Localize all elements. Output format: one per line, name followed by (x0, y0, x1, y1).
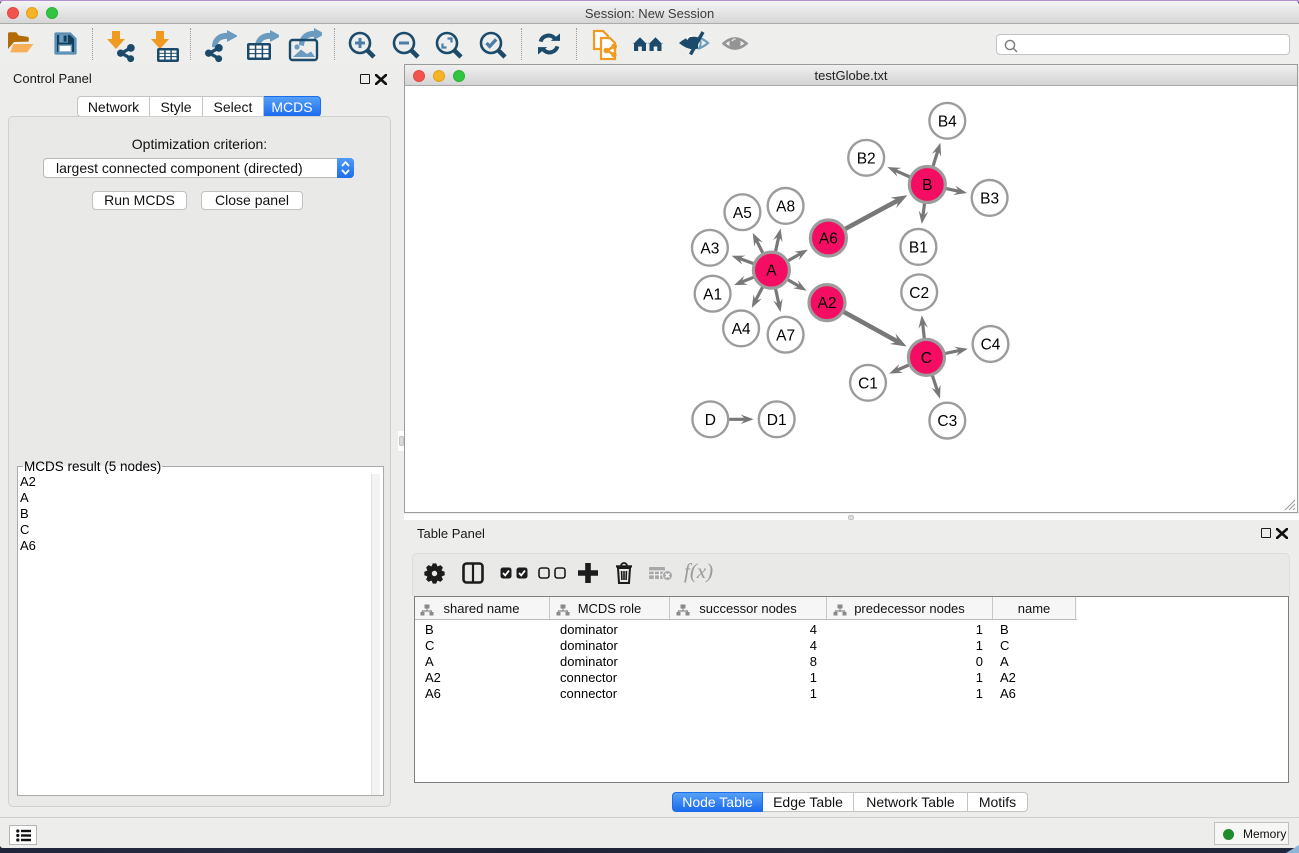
svg-text:D: D (705, 412, 716, 429)
svg-text:A5: A5 (733, 205, 752, 222)
svg-text:C4: C4 (981, 337, 1001, 354)
svg-text:A3: A3 (700, 240, 719, 257)
svg-text:B1: B1 (909, 240, 928, 257)
svg-text:C: C (921, 350, 932, 367)
svg-text:A6: A6 (819, 231, 838, 248)
svg-text:B3: B3 (980, 191, 999, 208)
svg-text:A7: A7 (776, 327, 795, 344)
svg-text:D1: D1 (767, 412, 787, 429)
svg-text:A: A (766, 263, 777, 280)
svg-text:A1: A1 (703, 286, 722, 303)
svg-text:C3: C3 (937, 413, 957, 430)
svg-text:C1: C1 (858, 375, 878, 392)
svg-text:C2: C2 (909, 285, 929, 302)
svg-text:B2: B2 (857, 150, 876, 167)
svg-text:B4: B4 (938, 113, 957, 130)
svg-text:B: B (922, 177, 932, 194)
svg-text:A8: A8 (776, 199, 795, 216)
svg-text:A2: A2 (818, 295, 837, 312)
svg-text:A4: A4 (732, 321, 751, 338)
